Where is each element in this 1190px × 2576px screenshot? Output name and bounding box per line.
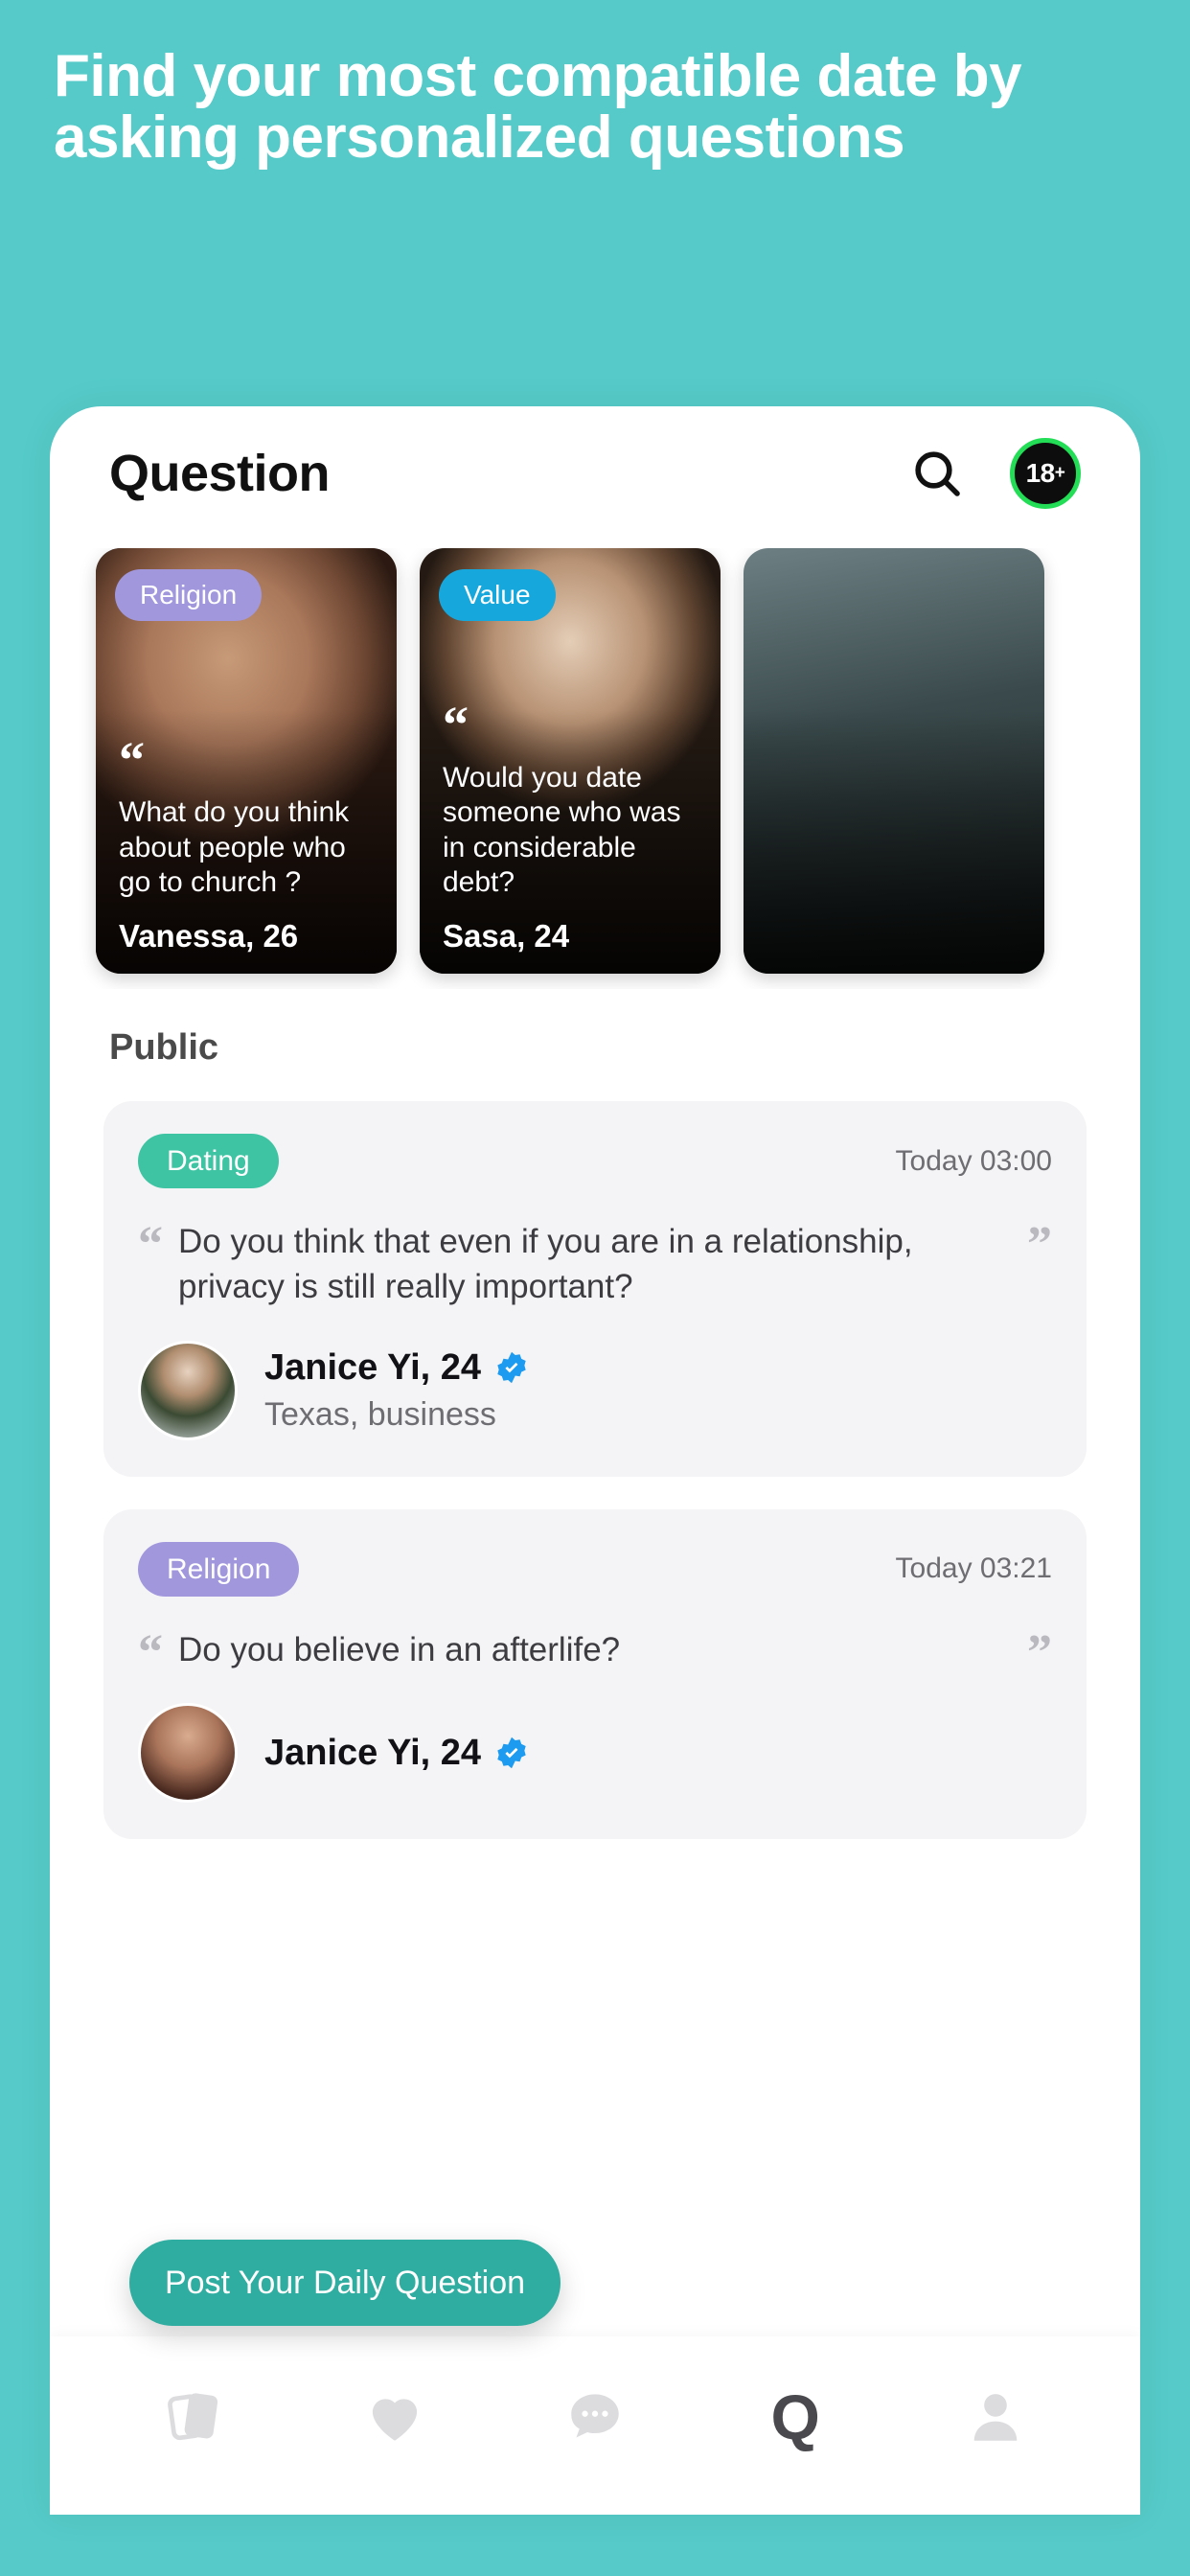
section-title-public: Public [109,1027,219,1068]
nav-item-likes[interactable] [294,2336,494,2497]
phone-mockup: Question 18 + Religion “ What do you thi… [50,406,1140,2515]
cards-icon [163,2385,226,2449]
post-author[interactable]: Janice Yi, 24 [138,1703,1052,1804]
author-name: Janice Yi, 24 [264,1732,482,1773]
header-actions: 18 + [910,438,1081,509]
app-store-promo-screenshot: Find your most compatible date by asking… [0,0,1190,2576]
public-feed: Dating Today 03:00 “ Do you think that e… [50,1101,1140,1840]
author-meta: Janice Yi, 24 Texas, business [264,1347,529,1434]
quote-open-icon: “ [119,730,145,789]
heart-icon [363,2385,426,2449]
story-card-partial[interactable] [744,548,1044,974]
hero-headline: Find your most compatible date by asking… [54,43,1022,172]
age-badge-label: 18 [1025,458,1056,488]
nav-item-cards[interactable] [94,2336,294,2497]
post-category-tag[interactable]: Religion [138,1541,300,1597]
person-icon [964,2385,1027,2449]
post-author[interactable]: Janice Yi, 24 Texas, business [138,1340,1052,1440]
quote-close-icon: ” [1027,1217,1052,1272]
author-subtitle: Texas, business [264,1395,496,1433]
avatar[interactable] [138,1340,238,1440]
post-timestamp: Today 03:00 [895,1144,1052,1177]
verified-badge-icon [481,1736,529,1770]
feed-post[interactable]: Religion Today 03:21 “ Do you believe in… [103,1508,1087,1840]
page-title: Question [109,445,331,502]
story-body: “ What do you think about people who go … [119,730,378,954]
story-author: Vanessa, 26 [119,918,299,954]
quote-open-icon: “ [443,695,469,753]
cta-label: Post Your Daily Question [164,2264,526,2301]
question-q-icon: Q [770,2381,820,2452]
post-category-tag[interactable]: Dating [138,1134,279,1188]
story-gradient-overlay [744,709,1044,974]
author-name: Janice Yi, 24 [264,1346,482,1388]
story-body: “ Would you date someone who was in cons… [443,695,701,954]
post-question: Do you think that even if you are in a r… [178,1223,913,1306]
quote-open-icon: “ [138,1217,163,1272]
author-name-row: Janice Yi, 24 [264,1347,529,1389]
story-carousel[interactable]: Religion “ What do you think about peopl… [50,548,1140,989]
nav-item-chats[interactable] [494,2336,695,2497]
bottom-navigation: Q [50,2336,1140,2515]
chat-bubble-icon [563,2385,627,2449]
story-question: Would you date someone who was in consid… [443,761,681,899]
post-question-row: “ Do you believe in an afterlife? ” [138,1624,1052,1680]
feed-post[interactable]: Dating Today 03:00 “ Do you think that e… [103,1101,1087,1477]
post-header: Religion Today 03:21 [138,1541,1052,1597]
post-header: Dating Today 03:00 [138,1134,1052,1188]
post-question: Do you believe in an afterlife? [178,1630,621,1668]
story-author: Sasa, 24 [443,918,570,954]
avatar[interactable] [138,1703,238,1804]
story-carousel-track: Religion “ What do you think about peopl… [96,548,1140,989]
app-header: Question 18 + [50,406,1140,540]
verified-badge-icon [481,1350,529,1385]
story-category-chip[interactable]: Value [439,569,556,621]
story-category-chip[interactable]: Religion [115,569,263,621]
nav-item-profile[interactable] [896,2336,1096,2497]
author-name-row: Janice Yi, 24 [264,1733,529,1774]
post-timestamp: Today 03:21 [895,1552,1052,1584]
author-meta: Janice Yi, 24 [264,1733,529,1774]
story-card[interactable]: Value “ Would you date someone who was i… [420,548,721,974]
quote-open-icon: “ [138,1624,163,1680]
post-daily-question-button[interactable]: Post Your Daily Question [129,2240,561,2326]
post-question-row: “ Do you think that even if you are in a… [138,1219,1052,1310]
nav-item-question[interactable]: Q [696,2336,896,2497]
story-question: What do you think about people who go to… [119,796,350,899]
search-icon[interactable] [910,447,964,500]
story-card[interactable]: Religion “ What do you think about peopl… [96,548,397,974]
age-rating-badge[interactable]: 18 + [1010,438,1081,509]
quote-close-icon: ” [1027,1624,1052,1680]
